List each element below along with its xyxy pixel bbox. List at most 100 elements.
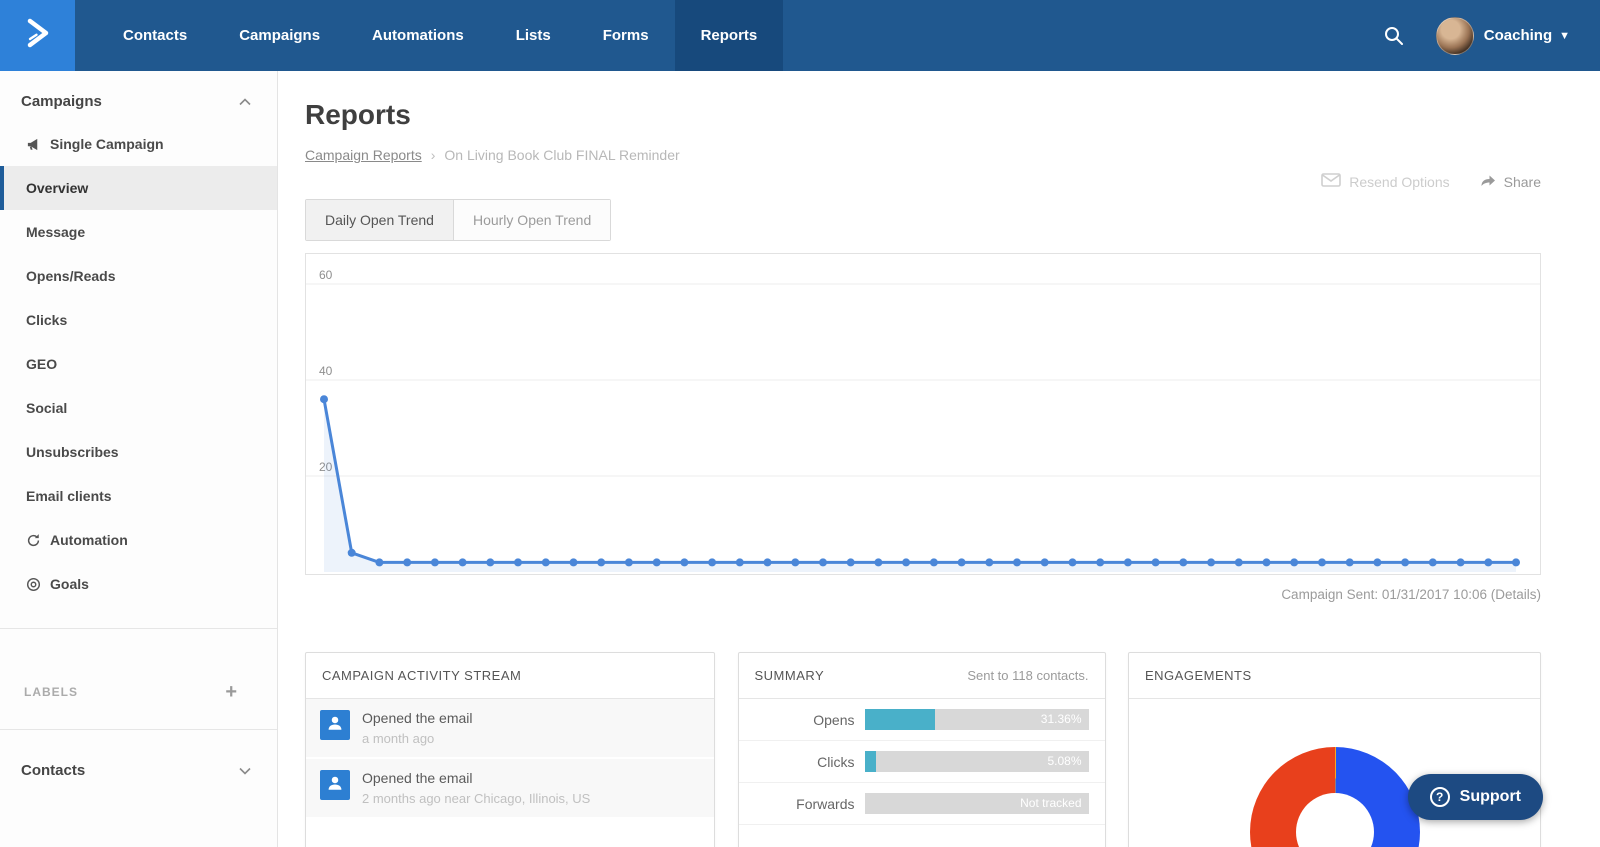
top-navigation: Contacts Campaigns Automations Lists For… [0, 0, 1600, 71]
resend-options-button[interactable]: Resend Options [1321, 173, 1450, 190]
sent-to-contacts-label: Sent to 118 contacts. [967, 668, 1089, 683]
nav-forms[interactable]: Forms [577, 0, 675, 71]
donut-hole [1295, 793, 1374, 847]
svg-text:60: 60 [319, 268, 333, 282]
card-header: SUMMARY Sent to 118 contacts. [738, 653, 1105, 699]
nav-lists[interactable]: Lists [490, 0, 577, 71]
account-name: Coaching [1483, 27, 1553, 44]
sidebar-item-label: Email clients [26, 488, 112, 504]
card-title: CAMPAIGN ACTIVITY STREAM [322, 668, 522, 683]
sidebar-item-geo[interactable]: GEO [0, 342, 277, 386]
engagements-donut-chart [1249, 747, 1420, 847]
sidebar-item-automation[interactable]: Automation [0, 518, 277, 562]
activecampaign-logo-icon [20, 15, 56, 56]
sidebar-section-campaigns[interactable]: Campaigns [0, 81, 277, 122]
share-label: Share [1503, 173, 1541, 190]
contact-avatar [320, 770, 350, 800]
opens-bar-fill [864, 709, 935, 730]
sidebar-item-label: Opens/Reads [26, 268, 116, 284]
summary-row-clicks: Clicks 5.08% [738, 741, 1105, 783]
breadcrumb-current: On Living Book Club FINAL Reminder [444, 147, 680, 163]
sidebar-item-overview[interactable]: Overview [0, 166, 277, 210]
labels-title: LABELS [24, 685, 78, 699]
header-actions: Resend Options Share [1321, 173, 1541, 190]
main-content: Reports Resend Options Share Campaign Re… [278, 71, 1600, 847]
tab-daily-open-trend[interactable]: Daily Open Trend [306, 200, 454, 240]
nav-contacts[interactable]: Contacts [97, 0, 213, 71]
trend-tabs: Daily Open Trend Hourly Open Trend [305, 199, 612, 241]
sidebar-item-label: Clicks [26, 312, 68, 328]
activity-item[interactable]: Opened the email a month ago [306, 699, 714, 759]
target-icon [26, 577, 43, 592]
resend-options-label: Resend Options [1349, 173, 1450, 190]
breadcrumb-campaign-reports[interactable]: Campaign Reports [305, 147, 422, 163]
summary-label: Opens [813, 711, 855, 728]
sidebar-item-label: Goals [50, 576, 89, 592]
share-button[interactable]: Share [1480, 173, 1541, 190]
support-label: Support [1459, 788, 1521, 805]
chevron-down-icon: ▼ [1559, 29, 1570, 42]
activity-text: Opened the email a month ago [362, 710, 473, 746]
svg-text:40: 40 [319, 364, 333, 378]
activity-title: Opened the email [362, 710, 473, 726]
sidebar-item-label: Overview [26, 180, 89, 196]
activity-meta: a month ago [362, 731, 435, 746]
details-link[interactable]: (Details) [1491, 587, 1541, 602]
sidebar-item-clicks[interactable]: Clicks [0, 298, 277, 342]
sidebar: Campaigns Single Campaign Overview Messa… [0, 71, 278, 847]
clicks-bar-fill [864, 751, 876, 772]
breadcrumb-separator: › [430, 147, 436, 163]
activity-meta: 2 months ago near Chicago, Illinois, US [362, 791, 591, 806]
cards-row: CAMPAIGN ACTIVITY STREAM Opened the emai… [305, 652, 1541, 847]
opens-value: 31.36% [1040, 712, 1082, 726]
sidebar-item-opens-reads[interactable]: Opens/Reads [0, 254, 277, 298]
breadcrumb: Campaign Reports › On Living Book Club F… [305, 147, 1541, 163]
campaign-activity-stream-card: CAMPAIGN ACTIVITY STREAM Opened the emai… [305, 652, 715, 847]
nav-automations[interactable]: Automations [346, 0, 490, 71]
sidebar-item-email-clients[interactable]: Email clients [0, 474, 277, 518]
sidebar-divider [0, 729, 277, 730]
sidebar-item-label: GEO [26, 356, 58, 372]
account-menu[interactable]: Coaching ▼ [1484, 27, 1570, 44]
sidebar-item-label: Single Campaign [50, 136, 164, 152]
page-title: Reports [305, 99, 411, 130]
refresh-icon [26, 533, 43, 548]
labels-section: LABELS + [0, 677, 277, 707]
activity-text: Opened the email 2 months ago near Chica… [362, 770, 590, 806]
support-button[interactable]: ? Support [1407, 774, 1543, 820]
sidebar-item-social[interactable]: Social [0, 386, 277, 430]
tab-hourly-open-trend[interactable]: Hourly Open Trend [453, 200, 611, 240]
forwards-value: Not tracked [1020, 796, 1082, 810]
question-icon: ? [1429, 787, 1450, 807]
activity-title: Opened the email [362, 770, 473, 786]
clicks-value: 5.08% [1047, 754, 1082, 768]
line-chart-svg: 204060 [306, 268, 1540, 572]
sidebar-item-goals[interactable]: Goals [0, 562, 277, 606]
nav-campaigns[interactable]: Campaigns [213, 0, 346, 71]
campaign-sent-text: Campaign Sent: 01/31/2017 10:06 [1281, 587, 1491, 602]
chevron-down-icon [239, 762, 251, 779]
sidebar-item-message[interactable]: Message [0, 210, 277, 254]
activity-item[interactable]: Opened the email 2 months ago near Chica… [306, 759, 714, 819]
sidebar-item-unsubscribes[interactable]: Unsubscribes [0, 430, 277, 474]
forwards-bar: Not tracked [864, 793, 1089, 814]
add-label-button[interactable]: + [225, 682, 237, 702]
envelope-icon [1321, 173, 1342, 190]
chevron-up-icon [239, 93, 251, 110]
campaign-sent-info: Campaign Sent: 01/31/2017 10:06 (Details… [305, 587, 1541, 602]
search-icon[interactable] [1374, 16, 1414, 56]
sidebar-section-contacts[interactable]: Contacts [0, 744, 277, 797]
summary-card: SUMMARY Sent to 118 contacts. Opens 31.3… [737, 652, 1106, 847]
sidebar-item-label: Unsubscribes [26, 444, 119, 460]
nav-reports[interactable]: Reports [674, 0, 784, 71]
card-header: CAMPAIGN ACTIVITY STREAM [306, 653, 714, 699]
activecampaign-logo[interactable] [0, 0, 75, 71]
nav-items: Contacts Campaigns Automations Lists For… [97, 0, 784, 71]
user-avatar[interactable] [1435, 16, 1474, 55]
sidebar-item-single-campaign[interactable]: Single Campaign [0, 122, 277, 166]
summary-row-opens: Opens 31.36% [738, 699, 1105, 741]
sidebar-item-label: Message [26, 224, 86, 240]
sidebar-section-title: Campaigns [21, 93, 102, 110]
sidebar-item-label: Automation [50, 532, 128, 548]
summary-label: Clicks [817, 753, 855, 770]
